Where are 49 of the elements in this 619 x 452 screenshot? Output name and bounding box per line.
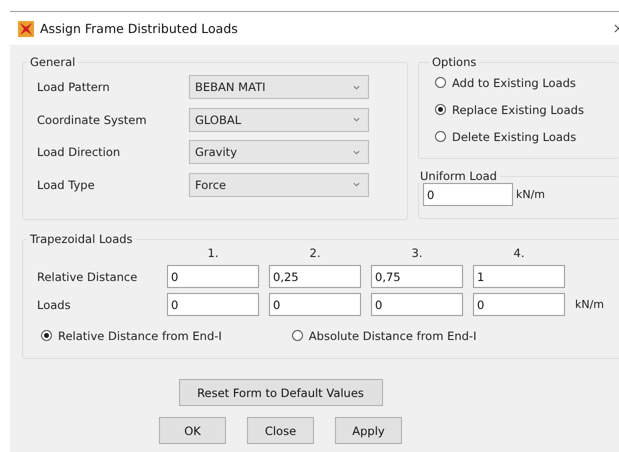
radio-button[interactable] <box>41 330 52 341</box>
input-field[interactable]: 0,25 <box>269 265 361 288</box>
window-title: Assign Frame Distributed Loads <box>40 21 238 36</box>
radio-label[interactable]: Delete Existing Loads <box>452 130 576 144</box>
field-label: Load Direction <box>36 145 122 160</box>
field-label: Load Pattern <box>36 80 111 94</box>
chevron-icon <box>353 182 360 188</box>
dropdown[interactable]: BEBAN MATI <box>189 75 369 100</box>
input-field[interactable]: 1 <box>473 265 565 288</box>
row-label: Loads <box>36 298 72 312</box>
app-logo-icon <box>18 20 34 36</box>
input-field[interactable]: 0 <box>423 183 513 206</box>
radio-label[interactable]: Add to Existing Loads <box>452 76 576 90</box>
reset-button[interactable]: Reset Form to Default Values <box>178 379 382 406</box>
input-field[interactable]: 0 <box>167 265 259 288</box>
dialog-button[interactable]: OK <box>159 417 226 444</box>
column-heading: 3. <box>410 246 424 260</box>
input-field[interactable]: 0 <box>269 293 361 316</box>
input-field[interactable]: 0 <box>473 293 565 316</box>
group-title: Trapezoidal Loads <box>29 232 134 246</box>
dropdown[interactable]: Gravity <box>189 140 369 164</box>
radio-button[interactable] <box>292 330 303 341</box>
unit-label: kN/m <box>575 298 606 311</box>
radio-button[interactable] <box>435 104 446 115</box>
group-title: General <box>29 55 76 69</box>
dropdown[interactable]: Force <box>189 172 369 197</box>
dialog-button[interactable]: Apply <box>335 417 402 444</box>
chevron-icon <box>353 117 360 122</box>
input-field[interactable]: 0 <box>371 293 463 316</box>
group-title: Options <box>431 55 478 69</box>
row-label: Relative Distance <box>36 270 138 284</box>
chevron-icon <box>353 150 360 155</box>
radio-button[interactable] <box>435 131 446 142</box>
column-heading: 2. <box>308 246 322 260</box>
dialog-button[interactable]: Close <box>247 417 314 444</box>
column-heading: 1. <box>206 246 220 260</box>
radio-label[interactable]: Absolute Distance from End-I <box>308 328 476 342</box>
group-title: Uniform Load <box>419 169 498 183</box>
unit-label: kN/m <box>516 188 546 201</box>
field-label: Load Type <box>36 178 96 192</box>
input-field[interactable]: 0 <box>167 293 259 316</box>
dropdown[interactable]: GLOBAL <box>189 108 369 132</box>
chevron-icon <box>353 84 360 90</box>
field-label: Coordinate System <box>36 112 148 127</box>
input-field[interactable]: 0,75 <box>371 265 463 288</box>
radio-button[interactable] <box>435 77 446 88</box>
radio-label[interactable]: Relative Distance from End-I <box>58 328 222 342</box>
radio-label[interactable]: Replace Existing Loads <box>452 102 584 116</box>
column-heading: 4. <box>512 246 526 260</box>
